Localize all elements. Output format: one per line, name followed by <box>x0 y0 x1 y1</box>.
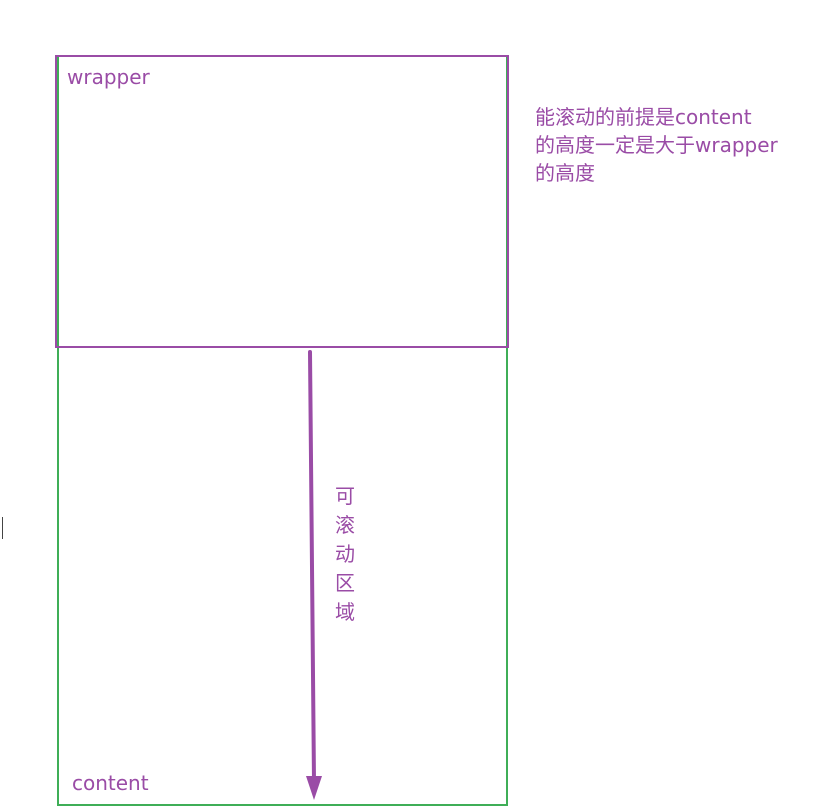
note-line-2: 的高度一定是大于wrapper <box>535 133 778 157</box>
arrow-shaft <box>308 350 316 784</box>
scrollable-area-label: 可 滚 动 区 域 <box>332 482 358 627</box>
scroll-char-3: 动 <box>335 542 355 566</box>
wrapper-label: wrapper <box>67 65 150 89</box>
scroll-char-1: 可 <box>335 484 355 508</box>
scroll-char-4: 区 <box>335 571 355 595</box>
text-cursor-mark <box>2 517 3 539</box>
wrapper-box <box>55 55 509 348</box>
scroll-direction-arrow <box>306 350 322 800</box>
note-line-1: 能滚动的前提是content <box>535 105 752 129</box>
content-label: content <box>72 771 149 795</box>
scroll-char-2: 滚 <box>335 513 355 537</box>
note-line-3: 的高度 <box>535 161 595 185</box>
scroll-char-5: 域 <box>335 600 355 624</box>
arrow-head <box>306 776 322 800</box>
scroll-condition-note: 能滚动的前提是content 的高度一定是大于wrapper 的高度 <box>535 103 810 187</box>
